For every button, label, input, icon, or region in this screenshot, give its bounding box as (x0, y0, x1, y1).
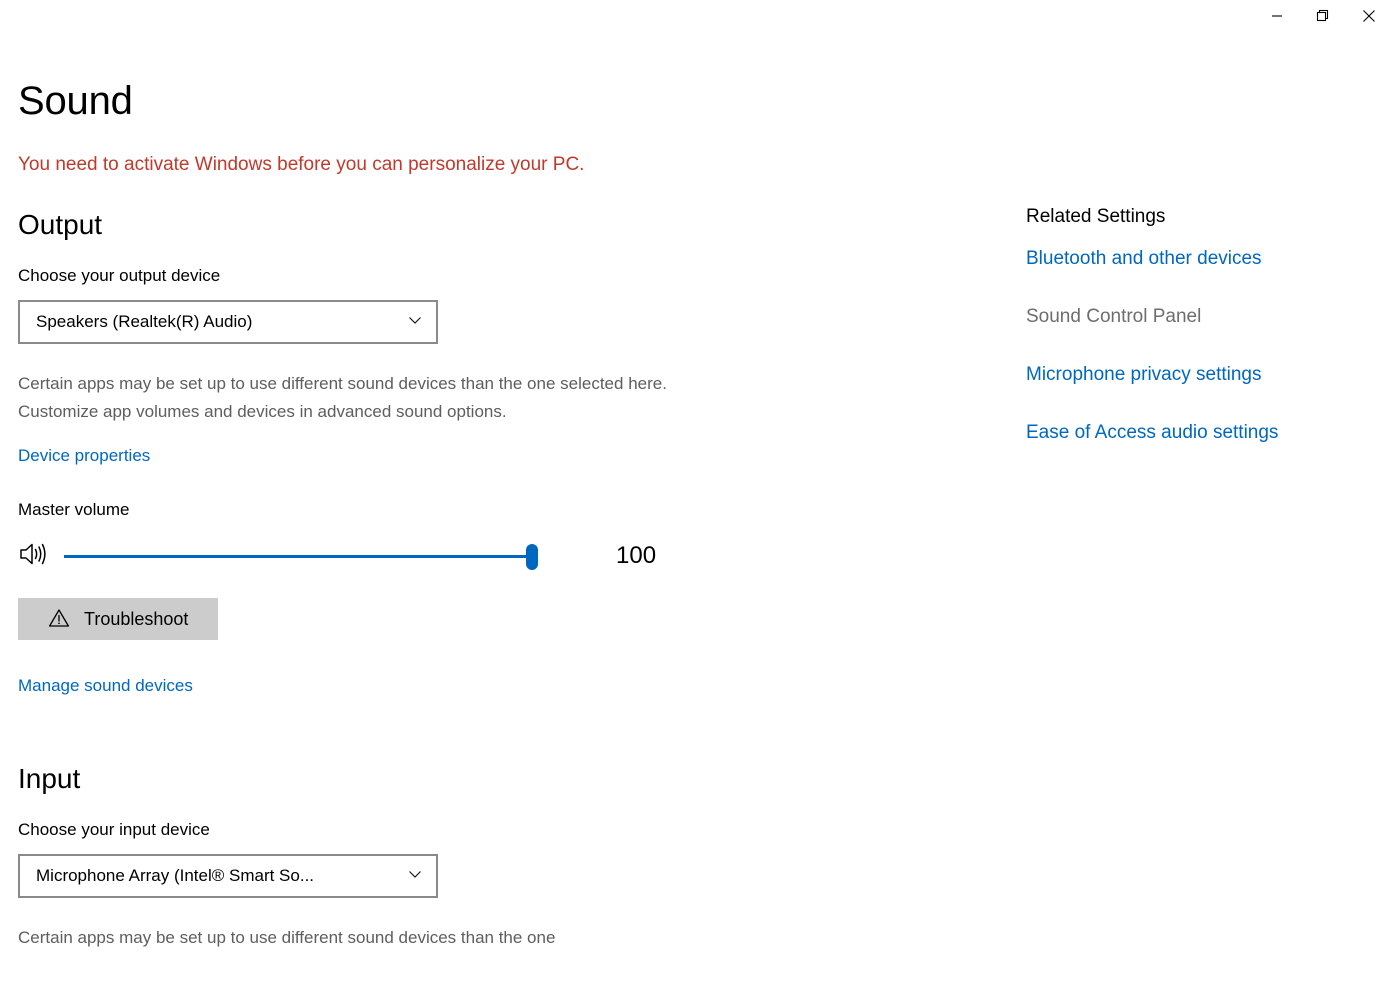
minimize-icon (1271, 10, 1283, 22)
output-heading: Output (18, 209, 103, 240)
master-volume-slider[interactable] (64, 536, 538, 576)
related-settings-panel: Related Settings Bluetooth and other dev… (1026, 204, 1366, 478)
master-volume-row: 100 (18, 536, 718, 576)
minimize-button[interactable] (1254, 0, 1300, 32)
output-device-value: Speakers (Realtek(R) Audio) (36, 312, 253, 331)
related-link-bluetooth[interactable]: Bluetooth and other devices (1026, 246, 1366, 272)
input-device-value: Microphone Array (Intel® Smart So... (36, 866, 315, 885)
slider-fill (64, 555, 532, 558)
chevron-down-icon (406, 311, 424, 334)
input-device-label: Choose your input device (18, 820, 210, 839)
related-settings-title: Related Settings (1026, 206, 1166, 227)
output-description: Certain apps may be set up to use differ… (18, 374, 667, 421)
slider-thumb[interactable] (526, 544, 538, 570)
restore-icon (1316, 9, 1330, 23)
main-content: Output Choose your output device Speaker… (18, 206, 718, 952)
manage-sound-devices-link[interactable]: Manage sound devices (18, 674, 193, 698)
title-bar (0, 0, 1392, 42)
restore-button[interactable] (1300, 0, 1346, 32)
input-description: Certain apps may be set up to use differ… (18, 928, 556, 947)
warning-triangle-icon (48, 608, 70, 631)
device-properties-link[interactable]: Device properties (18, 444, 150, 468)
related-link-microphone-privacy[interactable]: Microphone privacy settings (1026, 362, 1366, 388)
input-heading: Input (18, 763, 81, 794)
troubleshoot-button[interactable]: Troubleshoot (18, 598, 218, 640)
input-section: Input Choose your input device Microphon… (18, 760, 718, 952)
related-link-sound-control-panel[interactable]: Sound Control Panel (1026, 304, 1366, 330)
close-button[interactable] (1346, 0, 1392, 32)
master-volume-label: Master volume (18, 500, 130, 519)
speaker-volume-icon (18, 539, 56, 574)
manage-sound-devices-row: Manage sound devices (18, 674, 718, 698)
output-device-select[interactable]: Speakers (Realtek(R) Audio) (18, 300, 438, 344)
master-volume-value: 100 (616, 542, 657, 569)
page-title: Sound (18, 79, 133, 123)
output-device-label: Choose your output device (18, 266, 221, 285)
chevron-down-icon (406, 865, 424, 888)
troubleshoot-label: Troubleshoot (84, 609, 189, 629)
activation-warning: You need to activate Windows before you … (18, 154, 585, 175)
output-section: Output Choose your output device Speaker… (18, 206, 718, 698)
close-icon (1362, 9, 1376, 23)
input-device-select[interactable]: Microphone Array (Intel® Smart So... (18, 854, 438, 898)
related-link-ease-of-access-audio[interactable]: Ease of Access audio settings (1026, 420, 1366, 446)
